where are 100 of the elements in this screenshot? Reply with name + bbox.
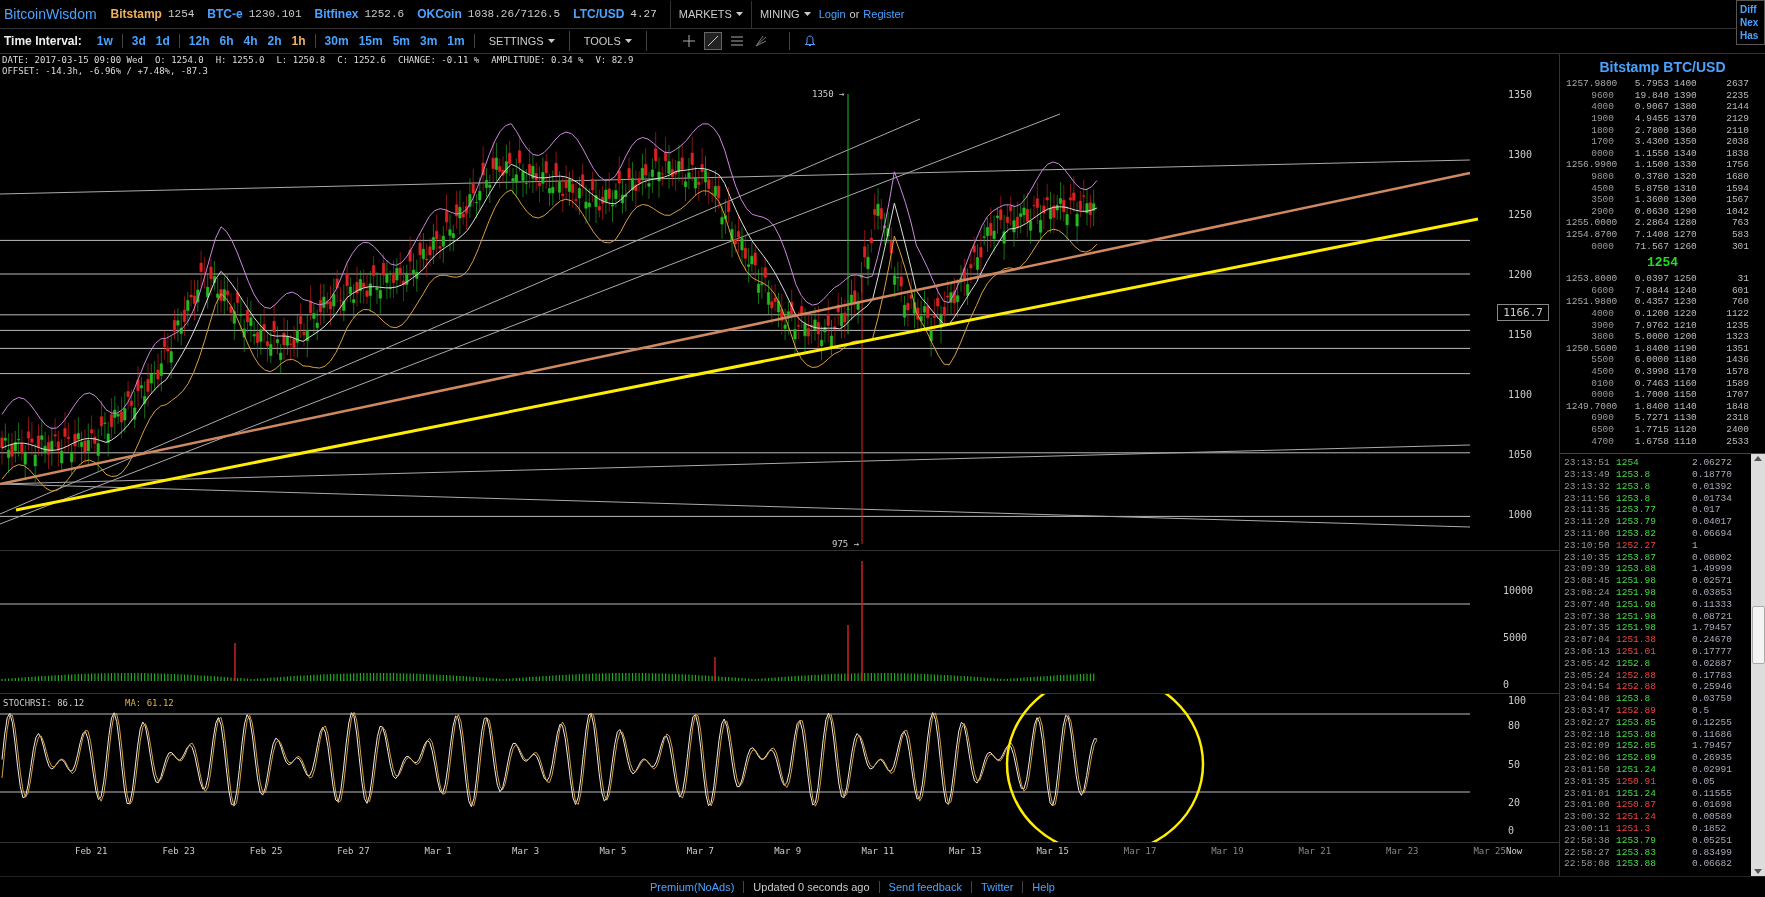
trade-price: 1253.88 <box>1616 728 1657 740</box>
order-amount: 0.0397 <box>1633 273 1669 285</box>
login-link[interactable]: Login <box>818 8 846 20</box>
depth-price: 1320 <box>1674 171 1698 183</box>
trade-time: 23:13:49 <box>1564 469 1611 480</box>
depth-price: 1400 <box>1674 78 1698 90</box>
trade-price: 1250.87 <box>1616 799 1657 811</box>
scroll-up-icon[interactable] <box>1754 455 1762 461</box>
depth-total: 301 <box>1730 240 1749 252</box>
interval-tab[interactable]: 15m <box>353 34 388 48</box>
stoch-axis-label: 20 <box>1508 797 1521 808</box>
trade-time: 23:04:54 <box>1564 681 1611 693</box>
exchange-name[interactable]: Bitstamp <box>110 7 162 21</box>
site-logo[interactable]: BitcoinWisdom <box>4 6 97 22</box>
order-amount: 2.7800 <box>1633 124 1669 136</box>
order-price: 6600 <box>1590 284 1614 296</box>
date-axis-label: Mar 13 <box>949 846 982 856</box>
depth-price: 1300 <box>1674 194 1698 206</box>
depth-price: 1290 <box>1674 205 1698 217</box>
high-price-marker: 1350 → <box>812 89 845 99</box>
depth-total: 1235 <box>1725 319 1749 331</box>
trade-price: 1251.24 <box>1616 787 1657 799</box>
trade-amount: 0.24670 <box>1692 634 1733 646</box>
footer-link[interactable]: Premium(NoAds) <box>641 881 744 893</box>
interval-tab[interactable]: 12h <box>183 34 215 48</box>
interval-tab[interactable]: 3m <box>415 34 443 48</box>
exchange-price: 1252.6 <box>364 8 405 20</box>
trade-price: 1253.79 <box>1616 516 1657 528</box>
footer-link[interactable]: Send feedback <box>878 881 971 893</box>
trade-time: 23:13:32 <box>1564 480 1611 492</box>
register-link[interactable]: Register <box>863 8 905 20</box>
date-axis-label: Mar 25 <box>1473 846 1506 856</box>
depth-price: 1240 <box>1674 284 1698 296</box>
trade-amount: 0.17777 <box>1692 645 1733 657</box>
order-amount: 0.9067 <box>1633 101 1669 113</box>
depth-price: 1390 <box>1674 89 1698 101</box>
mining-info-label: Has <box>1740 29 1760 42</box>
interval-tab[interactable]: 1h <box>286 34 311 48</box>
price-axis-label: 1050 <box>1508 449 1533 460</box>
interval-tab[interactable]: 3d <box>126 34 151 48</box>
depth-total: 2129 <box>1725 113 1749 125</box>
order-amount: 1.6758 <box>1633 435 1669 447</box>
stoch-axis-label: 50 <box>1508 759 1521 770</box>
exchange-name[interactable]: OKCoin <box>417 7 462 21</box>
depth-price: 1330 <box>1674 159 1698 171</box>
trade-time: 23:01:50 <box>1564 763 1611 775</box>
trade-amount: 0.08721 <box>1692 610 1733 622</box>
trade-time: 23:01:00 <box>1564 799 1611 811</box>
trade-amount: 0.05251 <box>1692 834 1733 846</box>
exchange-name[interactable]: LTC/USD <box>573 7 625 21</box>
depth-price: 1380 <box>1674 101 1698 113</box>
scrollbar[interactable] <box>1751 453 1765 876</box>
footer-link[interactable]: Twitter <box>970 881 1023 893</box>
trade-time: 23:05:24 <box>1564 669 1611 681</box>
trade-price: 1251.01 <box>1616 645 1657 657</box>
trade-amount: 2.06272 <box>1692 457 1733 469</box>
exchange-name[interactable]: BTC-e <box>207 7 243 21</box>
interval-tab[interactable]: 5m <box>387 34 415 48</box>
order-price: 3800 <box>1590 331 1614 343</box>
interval-tab[interactable]: 6h <box>214 34 239 48</box>
exchange-name[interactable]: Bitfinex <box>314 7 359 21</box>
interval-tab[interactable]: 1w <box>91 34 118 48</box>
trade-price: 1253.77 <box>1616 504 1657 516</box>
trade-amount: 0.01734 <box>1692 492 1733 504</box>
order-price: 0000 <box>1590 389 1614 401</box>
trade-price: 1252.88 <box>1616 669 1657 681</box>
interval-tab[interactable]: 2h <box>262 34 287 48</box>
interval-tab[interactable]: 30m <box>319 34 354 48</box>
date-axis-label: Mar 7 <box>686 846 714 856</box>
depth-price: 1260 <box>1674 240 1698 252</box>
footer-link[interactable]: Help <box>1022 881 1064 893</box>
order-price: 4500 <box>1590 365 1614 377</box>
scrollbar-thumb[interactable] <box>1751 605 1765 664</box>
depth-price: 1190 <box>1674 342 1698 354</box>
depth-total: 2110 <box>1725 124 1749 136</box>
price-axis-label: 1300 <box>1508 149 1533 160</box>
scroll-down-icon[interactable] <box>1754 869 1762 874</box>
interval-tab[interactable]: 1m <box>442 34 470 48</box>
line-tool-icon[interactable] <box>703 32 722 50</box>
depth-price: 1230 <box>1674 296 1698 308</box>
trade-time: 23:06:13 <box>1564 645 1611 657</box>
order-amount: 0.1200 <box>1633 308 1669 319</box>
date-axis-label: Mar 19 <box>1211 846 1244 856</box>
interval-tab[interactable]: 4h <box>238 34 263 48</box>
order-amount: 1.7715 <box>1633 423 1669 435</box>
depth-price: 1350 <box>1674 136 1698 148</box>
depth-total: 583 <box>1730 229 1749 240</box>
depth-price: 1160 <box>1674 377 1698 389</box>
trade-price: 1251.98 <box>1616 622 1657 634</box>
price-axis-label: 1100 <box>1508 389 1533 400</box>
trade-amount: 0.00589 <box>1692 811 1733 823</box>
date-axis-label: Feb 27 <box>337 846 370 856</box>
trade-amount: 1.79457 <box>1692 740 1733 752</box>
order-price: 1700 <box>1590 136 1614 148</box>
interval-tab[interactable]: 1d <box>150 34 175 48</box>
trade-price: 1251.98 <box>1616 586 1657 598</box>
trade-time: 23:08:45 <box>1564 575 1611 587</box>
date-axis-label: Mar 23 <box>1386 846 1419 856</box>
depth-price: 1340 <box>1674 147 1698 159</box>
order-amount: 1.7000 <box>1633 389 1669 401</box>
